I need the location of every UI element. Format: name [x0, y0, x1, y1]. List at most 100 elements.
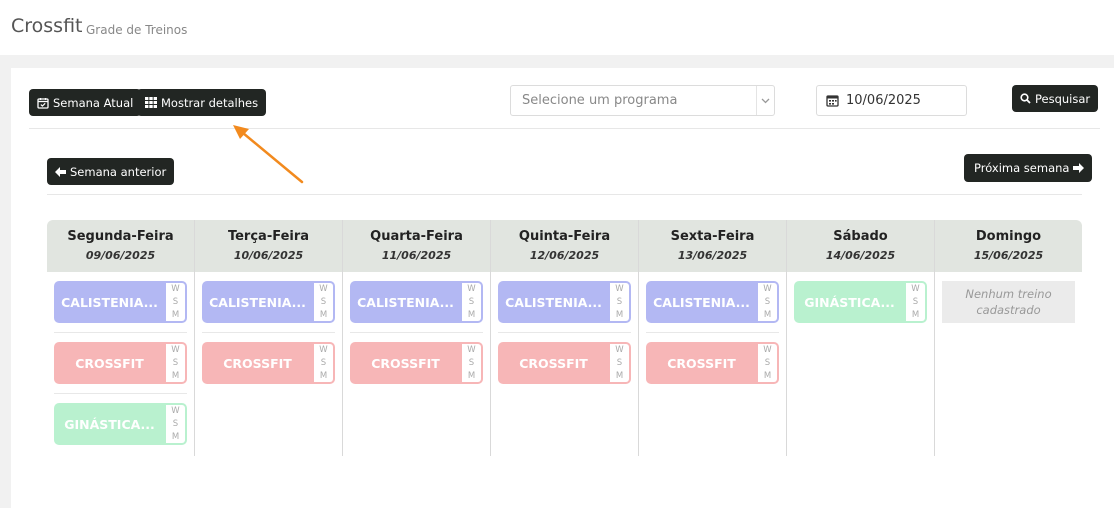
card-divider	[202, 332, 335, 333]
s-label: S	[616, 357, 623, 368]
date-value: 10/06/2025	[846, 93, 921, 108]
m-label: M	[911, 309, 920, 320]
day-date: 15/06/2025	[973, 249, 1044, 262]
training-name: CROSSFIT	[667, 355, 736, 371]
s-label: S	[172, 357, 179, 368]
page-header: Crossfit Grade de Treinos	[0, 0, 1114, 55]
training-name: CALISTENIA...	[357, 294, 454, 310]
w-label: W	[171, 345, 180, 356]
date-input[interactable]: 10/06/2025	[816, 85, 967, 116]
w-label: W	[615, 345, 624, 356]
card-divider	[350, 332, 483, 333]
day-column-friday: Sexta-Feira 13/06/2025 CALISTENIA... WSM…	[638, 220, 786, 456]
w-label: W	[319, 284, 328, 295]
wsm-indicator: WSM	[906, 283, 925, 321]
wsm-indicator: WSM	[462, 283, 481, 321]
training-card[interactable]: CALISTENIA... WSM	[54, 281, 187, 323]
s-label: S	[764, 296, 771, 307]
weekly-schedule-grid: Segunda-Feira 09/06/2025 CALISTENIA... W…	[47, 220, 1082, 456]
training-card[interactable]: CALISTENIA... WSM	[350, 281, 483, 323]
training-name: CALISTENIA...	[505, 294, 602, 310]
arrow-left-icon	[55, 166, 66, 177]
day-name: Quarta-Feira	[370, 229, 463, 244]
day-date: 12/06/2025	[529, 249, 600, 262]
day-date: 09/06/2025	[85, 249, 156, 262]
training-name: CROSSFIT	[371, 355, 440, 371]
next-week-label: Próxima semana	[974, 161, 1070, 175]
training-name: CROSSFIT	[519, 355, 588, 371]
training-card[interactable]: CALISTENIA... WSM	[498, 281, 631, 323]
m-label: M	[171, 309, 180, 320]
training-name: CALISTENIA...	[653, 294, 750, 310]
training-name: CROSSFIT	[75, 355, 144, 371]
training-card[interactable]: CROSSFIT WSM	[646, 342, 779, 384]
day-column-tuesday: Terça-Feira 10/06/2025 CALISTENIA... WSM…	[194, 220, 342, 456]
day-column-sunday: Domingo 15/06/2025 Nenhum treino cadastr…	[934, 220, 1082, 456]
annotation-arrow	[233, 125, 304, 184]
s-label: S	[764, 357, 771, 368]
day-name: Domingo	[975, 229, 1042, 244]
training-card[interactable]: GINÁSTICA... WSM	[794, 281, 927, 323]
training-card[interactable]: CALISTENIA... WSM	[202, 281, 335, 323]
training-card[interactable]: CROSSFIT WSM	[54, 342, 187, 384]
training-card[interactable]: CROSSFIT WSM	[498, 342, 631, 384]
s-label: S	[172, 418, 179, 429]
m-label: M	[467, 370, 476, 381]
search-button[interactable]: Pesquisar	[1012, 85, 1099, 112]
m-label: M	[467, 309, 476, 320]
calendar-check-icon	[37, 97, 49, 109]
training-name: GINÁSTICA...	[64, 416, 155, 432]
card-divider	[646, 332, 779, 333]
training-name: CALISTENIA...	[209, 294, 306, 310]
wsm-indicator: WSM	[610, 344, 629, 382]
w-label: W	[763, 345, 772, 356]
w-label: W	[763, 284, 772, 295]
s-label: S	[320, 296, 327, 307]
wsm-indicator: WSM	[758, 283, 777, 321]
wsm-indicator: WSM	[610, 283, 629, 321]
search-icon	[1020, 93, 1031, 104]
training-card[interactable]: CROSSFIT WSM	[350, 342, 483, 384]
day-column-wednesday: Quarta-Feira 11/06/2025 CALISTENIA... WS…	[342, 220, 490, 456]
chevron-down-icon	[756, 86, 774, 115]
search-label: Pesquisar	[1035, 91, 1091, 106]
empty-day-message: Nenhum treino cadastrado	[942, 281, 1075, 323]
day-name: Sábado	[833, 229, 888, 244]
day-name: Quinta-Feira	[518, 229, 611, 244]
s-label: S	[616, 296, 623, 307]
m-label: M	[171, 431, 180, 442]
training-card[interactable]: CALISTENIA... WSM	[646, 281, 779, 323]
m-label: M	[615, 370, 624, 381]
day-date: 10/06/2025	[233, 249, 304, 262]
day-date: 14/06/2025	[825, 249, 896, 262]
current-week-button[interactable]: Semana Atual	[29, 89, 142, 116]
training-name: CALISTENIA...	[61, 294, 158, 310]
w-label: W	[911, 284, 920, 295]
previous-week-button[interactable]: Semana anterior	[47, 158, 175, 185]
wsm-indicator: WSM	[462, 344, 481, 382]
grid-icon	[145, 97, 157, 108]
day-name: Sexta-Feira	[670, 229, 755, 244]
program-select[interactable]: Selecione um programa	[510, 85, 775, 116]
wsm-indicator: WSM	[166, 283, 185, 321]
s-label: S	[468, 296, 475, 307]
calendar-icon	[826, 95, 839, 107]
day-name: Terça-Feira	[227, 229, 310, 244]
show-details-button[interactable]: Mostrar detalhes	[137, 89, 267, 116]
s-label: S	[172, 296, 179, 307]
arrow-right-icon	[1073, 163, 1085, 173]
day-column-thursday: Quinta-Feira 12/06/2025 CALISTENIA... WS…	[490, 220, 638, 456]
page-title: Crossfit	[11, 15, 83, 37]
s-label: S	[320, 357, 327, 368]
next-week-button[interactable]: Próxima semana	[964, 154, 1093, 182]
training-name: GINÁSTICA...	[804, 294, 895, 310]
page-subtitle: Grade de Treinos	[86, 23, 188, 37]
training-card[interactable]: GINÁSTICA... WSM	[54, 403, 187, 445]
nav-divider	[47, 194, 1082, 195]
training-card[interactable]: CROSSFIT WSM	[202, 342, 335, 384]
m-label: M	[615, 309, 624, 320]
w-label: W	[171, 406, 180, 417]
current-week-label: Semana Atual	[53, 95, 134, 110]
s-label: S	[912, 296, 919, 307]
w-label: W	[467, 345, 476, 356]
